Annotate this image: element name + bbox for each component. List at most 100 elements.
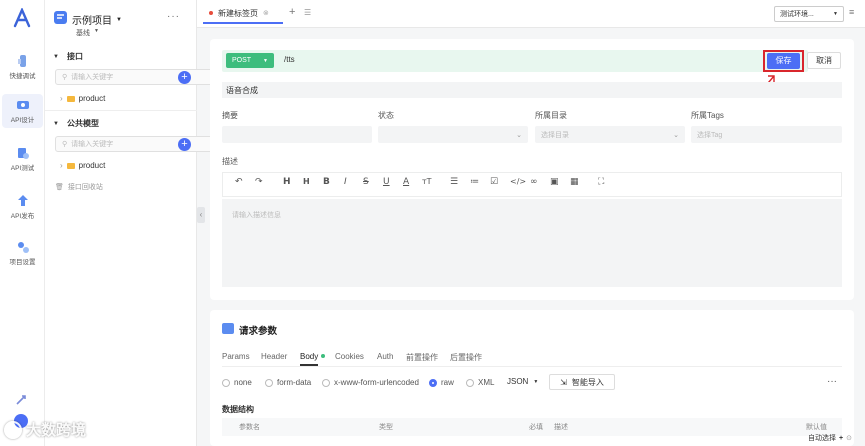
- project-switcher[interactable]: 示例项目 ▼: [72, 12, 122, 27]
- radio-xml[interactable]: XML: [466, 378, 494, 387]
- tags-select[interactable]: 选择Tag: [691, 126, 842, 143]
- chevron-right-icon: ›: [60, 161, 63, 170]
- radio-urlencoded[interactable]: x-www-form-urlencoded: [322, 378, 419, 387]
- tab-body[interactable]: Body: [300, 352, 319, 366]
- tab-params[interactable]: Params: [222, 352, 250, 361]
- rail-item-quick-debug[interactable]: 快捷调试: [2, 50, 43, 84]
- section-api[interactable]: ▼ 接口: [53, 51, 83, 62]
- code-icon[interactable]: </>: [510, 177, 526, 186]
- tab-new[interactable]: 新建标签页 ⊗: [203, 4, 283, 24]
- tab-pre-ops[interactable]: 前置操作: [406, 352, 438, 363]
- add-api-button[interactable]: +: [178, 71, 191, 84]
- search-placeholder: 请输入关键字: [71, 141, 114, 148]
- redo-icon[interactable]: ↷: [255, 177, 263, 187]
- rail-label: API发布: [10, 213, 35, 220]
- status-label: 状态: [378, 111, 394, 120]
- tab-label: 新建标签页: [218, 8, 258, 18]
- fullscreen-icon[interactable]: ⛶: [598, 177, 604, 187]
- tab-header[interactable]: Header: [261, 352, 287, 361]
- method-select[interactable]: POST ▼: [226, 53, 274, 68]
- collapse-sidebar-handle[interactable]: ‹: [197, 207, 205, 223]
- italic-icon[interactable]: I: [344, 177, 347, 187]
- format-select[interactable]: JSON ▼: [507, 377, 538, 386]
- radio-none[interactable]: none: [222, 378, 252, 387]
- radio-label: raw: [441, 378, 454, 387]
- tab-cookies[interactable]: Cookies: [335, 352, 364, 361]
- save-button[interactable]: 保存: [767, 53, 800, 69]
- link-icon[interactable]: ∞: [530, 177, 538, 187]
- tree-folder-product[interactable]: › product: [60, 161, 105, 170]
- api-search-input[interactable]: ⚲ 请输入关键字: [55, 69, 216, 85]
- radio-form-data[interactable]: form-data: [265, 378, 311, 387]
- radio-raw[interactable]: raw: [429, 378, 454, 387]
- strikethrough-icon[interactable]: S: [363, 177, 369, 187]
- recycle-bin[interactable]: 🗑 接口回收站: [55, 182, 103, 192]
- task-list-icon[interactable]: ☑: [490, 177, 498, 187]
- add-tab-button[interactable]: +: [289, 6, 295, 18]
- chevron-down-icon: ▼: [833, 11, 838, 17]
- rail-item-api-publish[interactable]: API发布: [2, 190, 43, 224]
- smart-import-button[interactable]: ⇲ 智能导入: [549, 374, 615, 390]
- branch-switcher[interactable]: 基线 ▼: [76, 28, 99, 38]
- menu-icon[interactable]: ≡: [849, 7, 854, 17]
- url-bar: [222, 50, 808, 72]
- heading-icon[interactable]: H: [283, 177, 291, 187]
- bullet-list-icon[interactable]: ☰: [450, 177, 458, 187]
- app-logo[interactable]: [12, 7, 32, 30]
- heading-small-icon[interactable]: H: [303, 177, 310, 186]
- smart-import-label: 智能导入: [571, 377, 604, 387]
- structure-label: 数据结构: [222, 405, 254, 414]
- unsaved-dot-icon: [209, 11, 213, 15]
- undo-icon[interactable]: ↶: [235, 177, 243, 187]
- table-icon[interactable]: ▦: [570, 177, 579, 187]
- add-model-button[interactable]: +: [178, 138, 191, 151]
- rail-item-api-test[interactable]: API测试: [2, 142, 43, 176]
- rail-item-project-settings[interactable]: 项目设置: [2, 236, 43, 270]
- summary-input[interactable]: [222, 126, 372, 143]
- bold-icon[interactable]: B: [323, 177, 330, 187]
- font-size-icon[interactable]: ᴛT: [422, 177, 432, 186]
- tab-menu-icon[interactable]: ☰: [304, 8, 311, 17]
- watermark: 大数跨境: [4, 419, 86, 440]
- folder-label: product: [78, 94, 106, 103]
- summary-label: 摘要: [222, 111, 238, 120]
- api-test-icon: [17, 148, 29, 159]
- model-search-input[interactable]: ⚲ 请输入关键字: [55, 136, 216, 152]
- section-models[interactable]: ▼ 公共模型: [53, 118, 99, 129]
- tools-icon[interactable]: [15, 394, 27, 408]
- status-select[interactable]: ⌄: [378, 126, 528, 143]
- tags-placeholder: 选择Tag: [697, 131, 723, 139]
- col-description: 描述: [554, 424, 568, 431]
- radio-label: XML: [478, 378, 495, 387]
- recycle-label: 接口回收站: [67, 184, 103, 191]
- chevron-down-icon: ⌄: [673, 131, 679, 139]
- url-input[interactable]: /tts: [284, 55, 295, 64]
- branch-name: 基线: [76, 30, 90, 37]
- tab-auth[interactable]: Auth: [377, 352, 393, 361]
- chevron-down-icon: ▼: [533, 378, 539, 385]
- structure-table-header: 参数名 类型 必填 描述 默认值: [222, 418, 842, 436]
- tab-post-ops[interactable]: 后置操作: [450, 352, 482, 363]
- more-icon[interactable]: ···: [167, 11, 180, 22]
- trash-icon: 🗑: [55, 184, 64, 191]
- section-label: 接口: [66, 52, 83, 61]
- environment-select[interactable]: 测试环境... ▼: [774, 6, 844, 22]
- rail-item-api-design[interactable]: API设计: [2, 94, 43, 128]
- font-color-icon[interactable]: A: [403, 177, 409, 187]
- ordered-list-icon[interactable]: ≔: [470, 177, 479, 187]
- more-options-icon[interactable]: ···: [827, 376, 837, 387]
- api-name-input[interactable]: 语音合成: [222, 82, 842, 98]
- close-icon[interactable]: ⊗: [263, 9, 269, 17]
- tree-folder-product[interactable]: › product: [60, 94, 105, 103]
- auto-select-control[interactable]: 自动选择 + ⊙: [808, 433, 852, 443]
- radio-label: none: [234, 378, 252, 387]
- underline-icon[interactable]: U: [383, 177, 390, 187]
- search-icon: ⚲: [62, 141, 68, 148]
- body-indicator-dot: [321, 354, 325, 358]
- folder-icon: [66, 162, 75, 169]
- cancel-button[interactable]: 取消: [807, 52, 841, 69]
- description-editor[interactable]: 请输入描述信息: [222, 199, 842, 287]
- method-label: POST: [232, 57, 252, 64]
- directory-select[interactable]: 选择目录 ⌄: [535, 126, 685, 143]
- image-icon[interactable]: ▣: [550, 177, 559, 187]
